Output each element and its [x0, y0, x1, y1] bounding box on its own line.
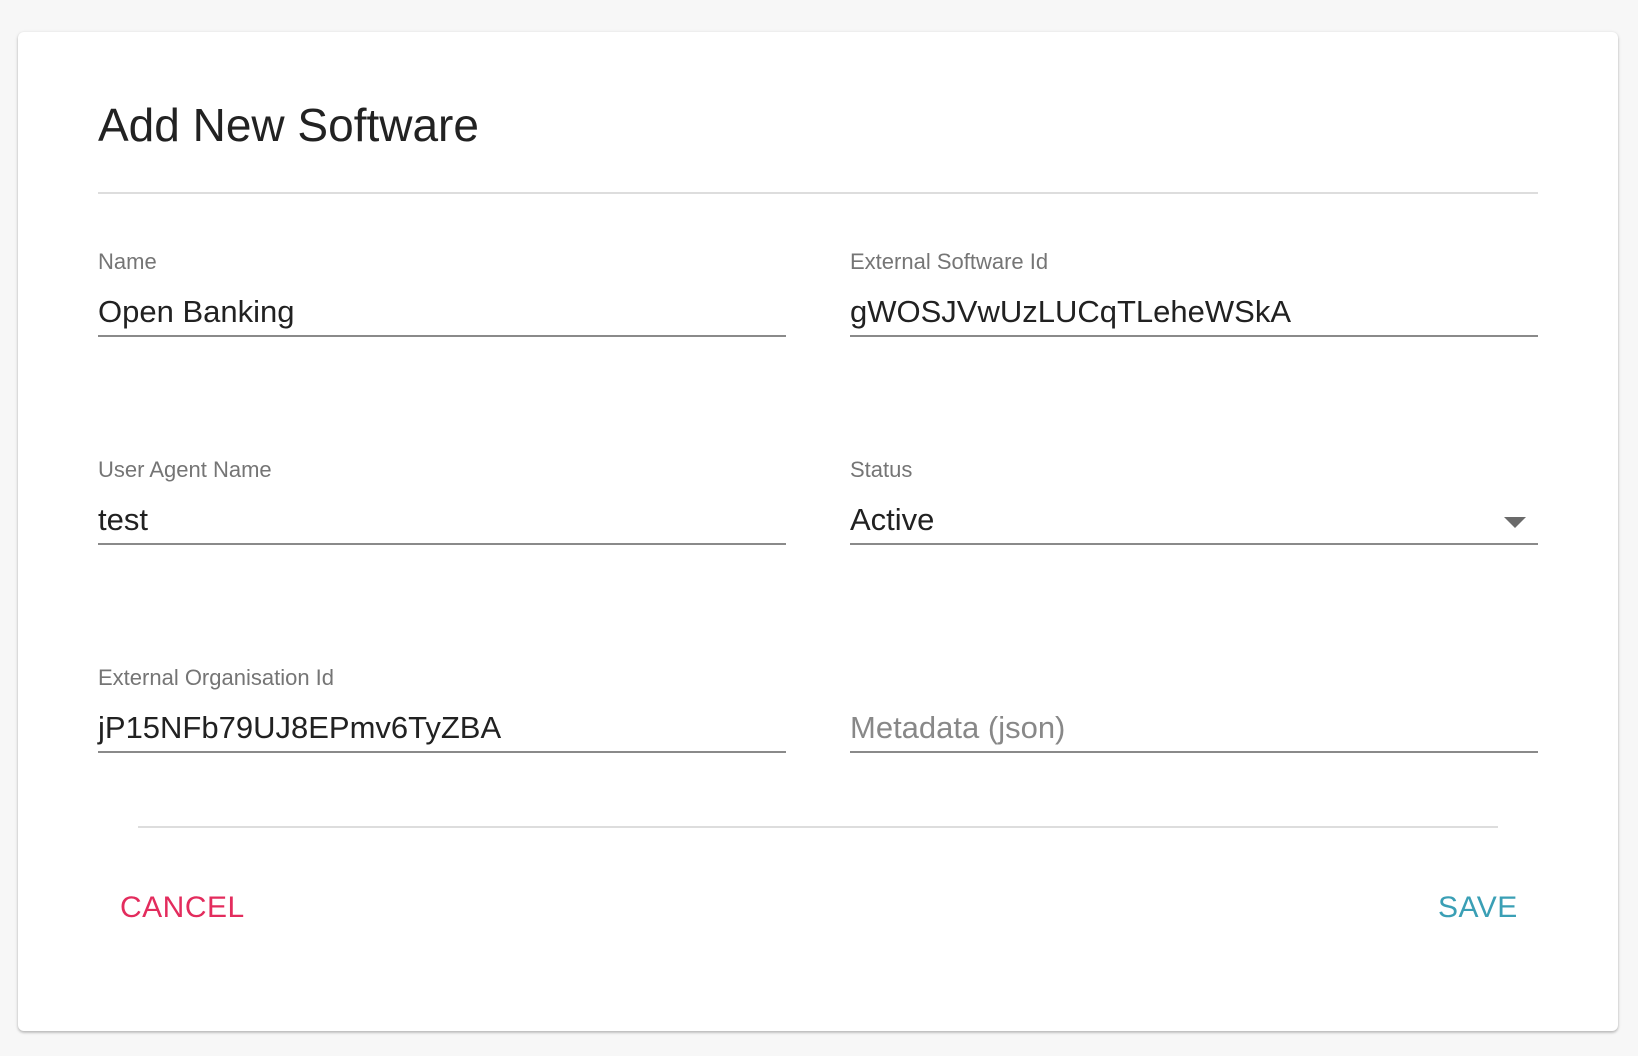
add-software-dialog: Add New Software Name Open Banking Exter…: [18, 32, 1618, 1031]
name-label: Name: [98, 249, 157, 274]
name-underline: [98, 335, 786, 337]
actions-divider: [138, 826, 1498, 828]
user-agent-name-input[interactable]: test: [98, 501, 148, 538]
external-organisation-id-underline: [98, 751, 786, 753]
name-input[interactable]: Open Banking: [98, 293, 294, 330]
dialog-title: Add New Software: [98, 99, 479, 151]
caret-down-icon[interactable]: [1504, 517, 1526, 528]
status-select[interactable]: Status Active: [850, 457, 1538, 557]
status-label: Status: [850, 457, 913, 482]
status-underline: [850, 543, 1538, 545]
external-organisation-id-input[interactable]: jP15NFb79UJ8EPmv6TyZBA: [98, 709, 501, 746]
title-divider: [98, 192, 1538, 194]
name-field[interactable]: Name Open Banking: [98, 249, 786, 349]
external-organisation-id-field[interactable]: External Organisation Id jP15NFb79UJ8EPm…: [98, 665, 786, 765]
external-organisation-id-label: External Organisation Id: [98, 665, 335, 690]
metadata-input[interactable]: Metadata (json): [850, 709, 1065, 746]
user-agent-name-field[interactable]: User Agent Name test: [98, 457, 786, 557]
external-software-id-underline: [850, 335, 1538, 337]
status-selected-value[interactable]: Active: [850, 501, 934, 538]
user-agent-name-underline: [98, 543, 786, 545]
metadata-underline: [850, 751, 1538, 753]
external-software-id-input[interactable]: gWOSJVwUzLUCqTLeheWSkA: [850, 293, 1291, 330]
save-button[interactable]: SAVE: [1438, 890, 1518, 926]
cancel-button[interactable]: CANCEL: [120, 890, 245, 926]
metadata-field[interactable]: Metadata (json): [850, 665, 1538, 765]
external-software-id-label: External Software Id: [850, 249, 1049, 274]
external-software-id-field[interactable]: External Software Id gWOSJVwUzLUCqTLeheW…: [850, 249, 1538, 349]
user-agent-name-label: User Agent Name: [98, 457, 272, 482]
